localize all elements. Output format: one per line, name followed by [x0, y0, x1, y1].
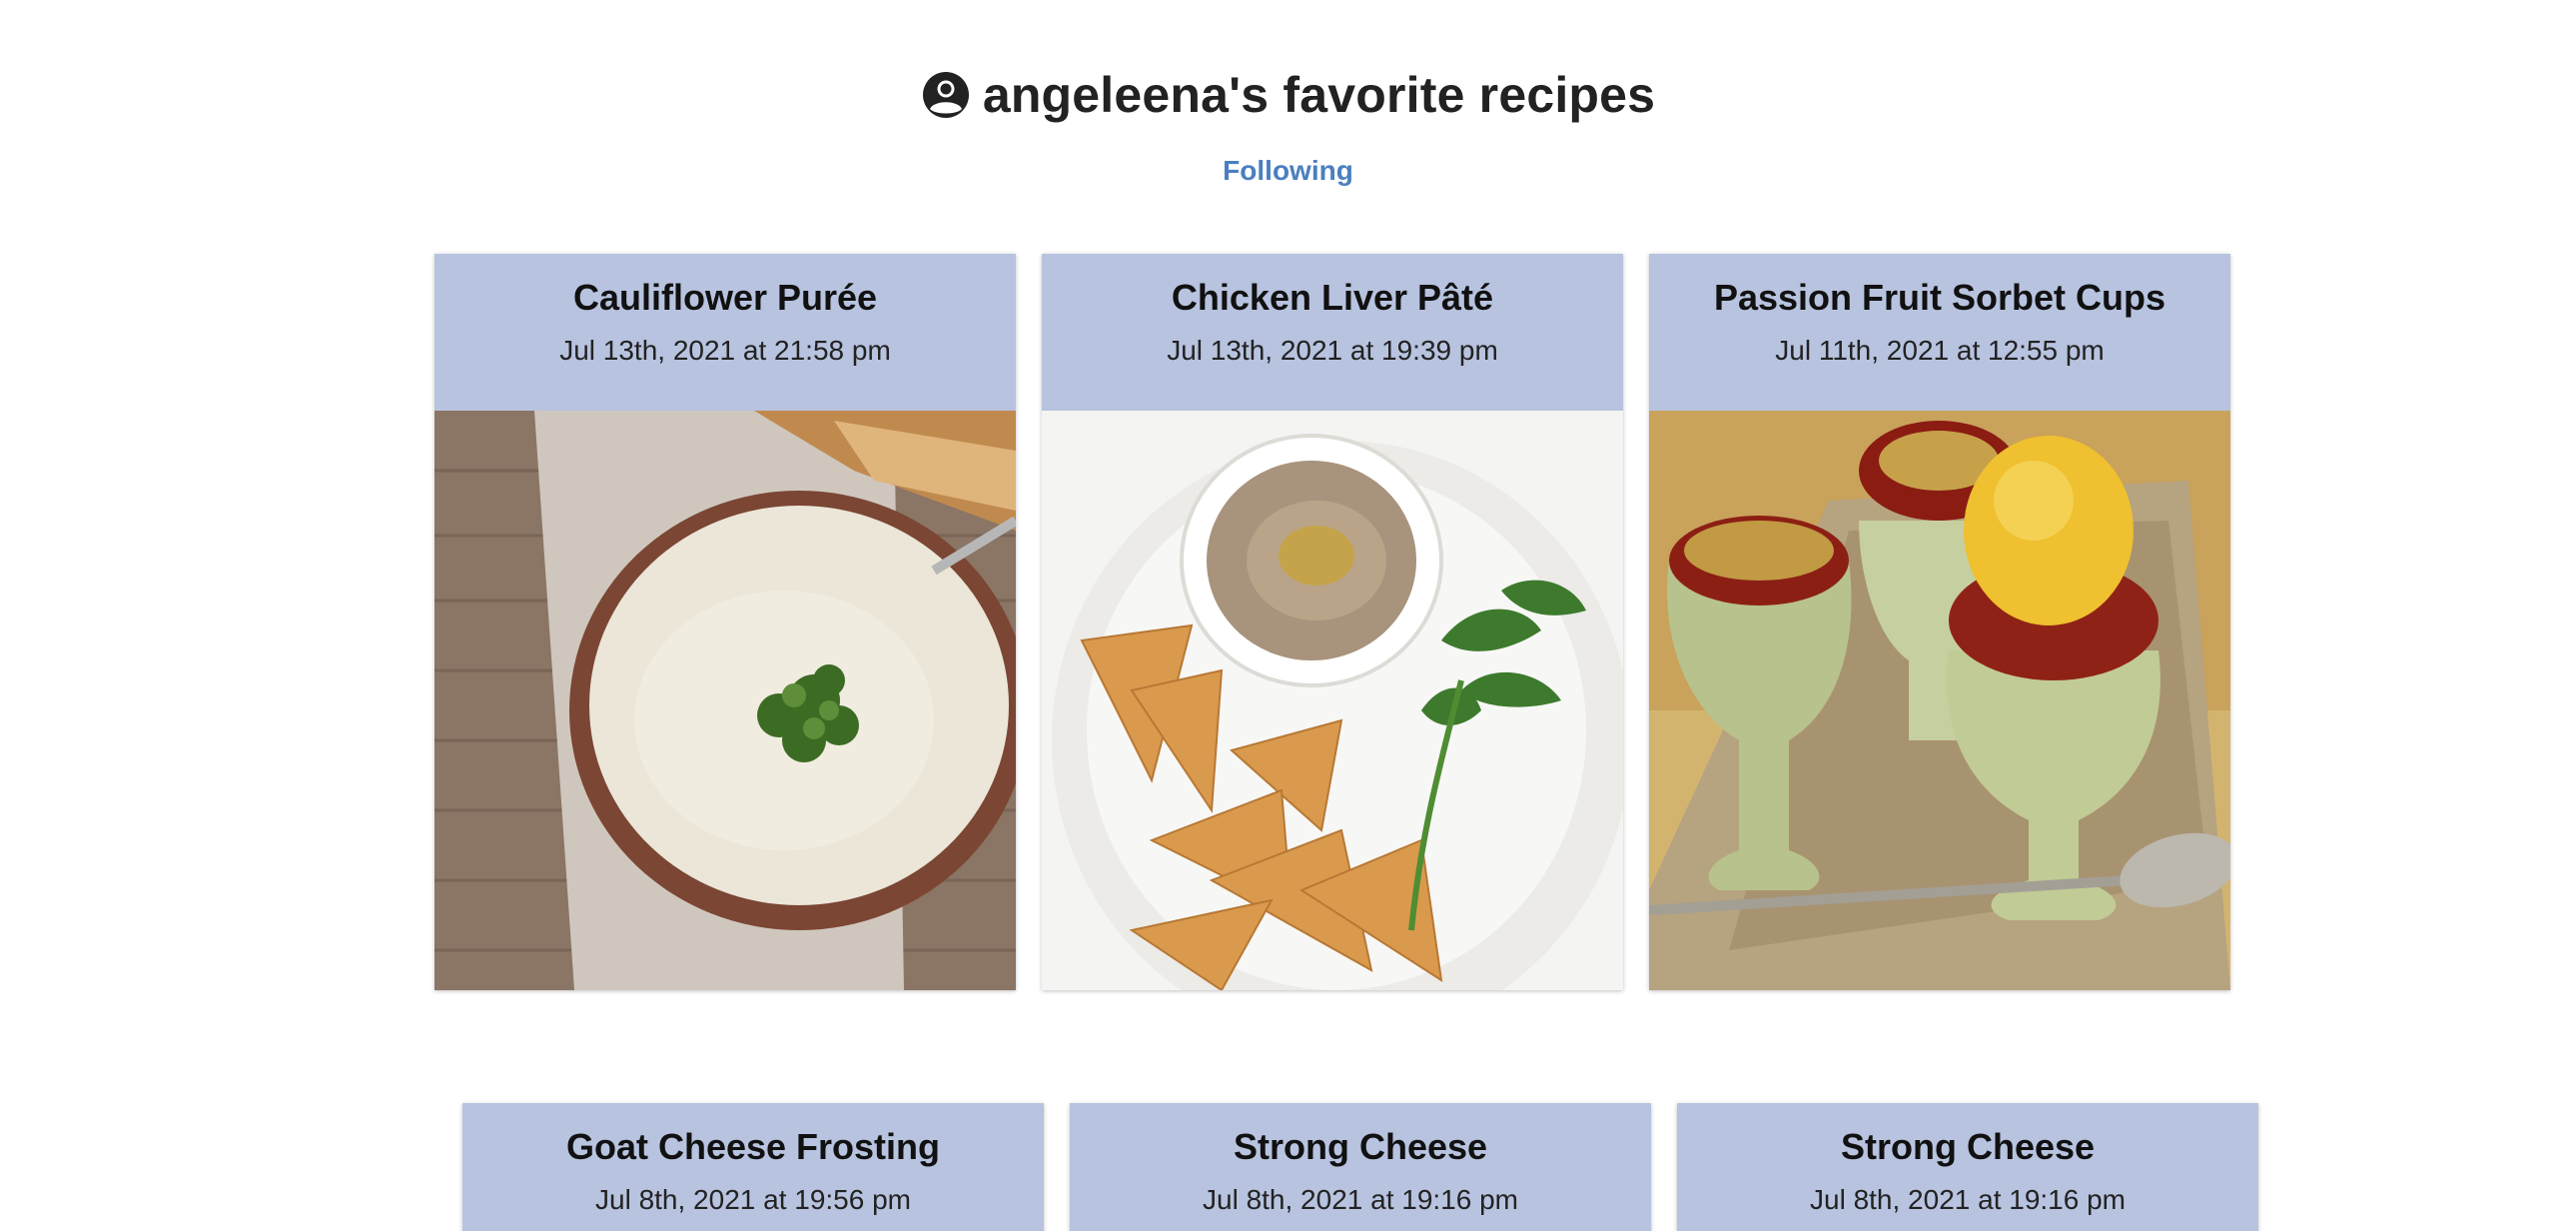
- recipe-date: Jul 8th, 2021 at 19:56 pm: [595, 1184, 911, 1215]
- recipe-card[interactable]: Chicken Liver Pâté Jul 13th, 2021 at 19:…: [1042, 254, 1623, 990]
- user-circle-icon: [922, 72, 969, 118]
- recipe-title: Strong Cheese: [1840, 1126, 2096, 1167]
- recipe-title: Chicken Liver Pâté: [1171, 277, 1494, 318]
- recipe-card[interactable]: Cauliflower Purée Jul 13th, 2021 at 21:5…: [434, 254, 1016, 990]
- header: angeleena's favorite recipes: [0, 60, 2576, 130]
- card-header: Goat Cheese Frosting Jul 8th, 2021 at 19…: [462, 1103, 1044, 1231]
- card-header: Passion Fruit Sorbet Cups Jul 11th, 2021…: [1649, 254, 2230, 411]
- recipe-card[interactable]: Strong Cheese Jul 8th, 2021 at 19:16 pm: [1070, 1103, 1651, 1231]
- passion-fruit-sorbet-photo[interactable]: [1649, 411, 2230, 990]
- cauliflower-puree-photo[interactable]: [434, 411, 1016, 990]
- title-wrap: angeleena's favorite recipes: [921, 60, 1655, 130]
- page-title: angeleena's favorite recipes: [982, 67, 1656, 123]
- recipe-date: Jul 13th, 2021 at 21:58 pm: [559, 335, 891, 366]
- following-link[interactable]: Following: [0, 155, 2576, 187]
- recipe-date: Jul 13th, 2021 at 19:39 pm: [1167, 335, 1498, 366]
- recipe-title: Goat Cheese Frosting: [565, 1126, 941, 1167]
- recipe-card[interactable]: Goat Cheese Frosting Jul 8th, 2021 at 19…: [462, 1103, 1044, 1231]
- card-header: Strong Cheese Jul 8th, 2021 at 19:16 pm: [1677, 1103, 2258, 1231]
- recipe-title: Passion Fruit Sorbet Cups: [1713, 277, 2166, 318]
- recipe-date: Jul 8th, 2021 at 19:16 pm: [1203, 1184, 1518, 1215]
- page: angeleena's favorite recipes Following C…: [0, 0, 2576, 1231]
- recipe-card[interactable]: Passion Fruit Sorbet Cups Jul 11th, 2021…: [1649, 254, 2230, 990]
- card-header: Chicken Liver Pâté Jul 13th, 2021 at 19:…: [1042, 254, 1623, 411]
- recipe-title: Cauliflower Purée: [572, 277, 878, 318]
- chicken-liver-pate-photo[interactable]: [1042, 411, 1623, 990]
- recipe-title: Strong Cheese: [1233, 1126, 1488, 1167]
- recipe-date: Jul 11th, 2021 at 12:55 pm: [1775, 335, 2105, 366]
- card-header: Strong Cheese Jul 8th, 2021 at 19:16 pm: [1070, 1103, 1651, 1231]
- card-header: Cauliflower Purée Jul 13th, 2021 at 21:5…: [434, 254, 1016, 411]
- recipe-card[interactable]: Strong Cheese Jul 8th, 2021 at 19:16 pm: [1677, 1103, 2258, 1231]
- recipe-date: Jul 8th, 2021 at 19:16 pm: [1810, 1184, 2126, 1215]
